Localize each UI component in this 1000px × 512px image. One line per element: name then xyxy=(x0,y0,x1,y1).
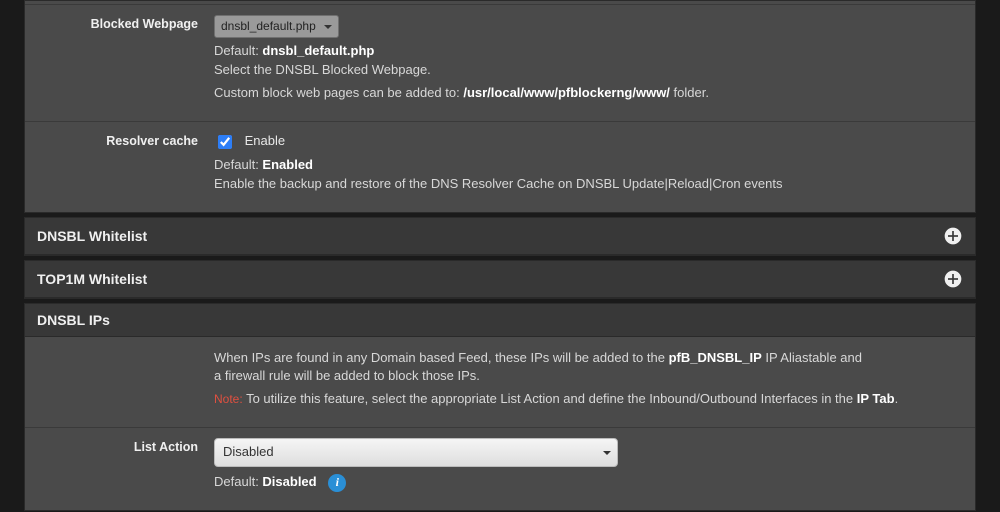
note-text-post: . xyxy=(895,391,899,406)
default-prefix: Default: xyxy=(214,43,262,58)
dnsbl-ips-title: DNSBL IPs xyxy=(37,312,110,328)
list-action-select[interactable]: Disabled xyxy=(214,438,618,467)
resolver-cache-cb-label: Enable xyxy=(245,133,285,148)
blocked-webpage-path: /usr/local/www/pfblockerng/www/ xyxy=(463,85,670,100)
list-action-label: List Action xyxy=(25,436,210,502)
blocked-webpage-label: Blocked Webpage xyxy=(25,13,210,113)
settings-panel: Blocked Webpage dnsbl_default.php Defaul… xyxy=(24,0,976,213)
default-value: Disabled xyxy=(262,474,316,489)
note-label: Note: xyxy=(214,392,243,406)
row-dnsbl-ips-desc: When IPs are found in any Domain based F… xyxy=(25,337,975,428)
note-bold: IP Tab xyxy=(857,391,895,406)
note-text-pre: To utilize this feature, select the appr… xyxy=(243,391,857,406)
dnsbl-whitelist-panel: DNSBL Whitelist xyxy=(24,217,976,256)
blocked-webpage-help2-pre: Custom block web pages can be added to: xyxy=(214,85,463,100)
dnsbl-whitelist-header[interactable]: DNSBL Whitelist xyxy=(25,218,975,255)
top1m-whitelist-header[interactable]: TOP1M Whitelist xyxy=(25,261,975,298)
resolver-cache-checkbox[interactable] xyxy=(218,135,232,149)
dnsbl-ips-desc-mid: IP Aliastable and xyxy=(762,350,862,365)
dnsbl-whitelist-title: DNSBL Whitelist xyxy=(37,228,147,244)
top1m-whitelist-panel: TOP1M Whitelist xyxy=(24,260,976,299)
row-list-action: List Action Disabled Default: Disabled i xyxy=(25,427,975,510)
default-value: dnsbl_default.php xyxy=(262,43,374,58)
plus-circle-icon[interactable] xyxy=(943,226,963,246)
row-resolver-cache: Resolver cache Enable Default: Enabled E… xyxy=(25,121,975,212)
plus-circle-icon[interactable] xyxy=(943,269,963,289)
info-icon[interactable]: i xyxy=(328,474,346,492)
dnsbl-ips-panel: DNSBL IPs When IPs are found in any Doma… xyxy=(24,303,976,511)
top1m-whitelist-title: TOP1M Whitelist xyxy=(37,271,147,287)
dnsbl-ips-desc-pre: When IPs are found in any Domain based F… xyxy=(214,350,669,365)
default-prefix: Default: xyxy=(214,474,262,489)
dnsbl-ips-desc-bold: pfB_DNSBL_IP xyxy=(669,350,762,365)
blocked-webpage-select[interactable]: dnsbl_default.php xyxy=(214,15,339,38)
resolver-cache-label: Resolver cache xyxy=(25,130,210,204)
blocked-webpage-help1: Select the DNSBL Blocked Webpage. xyxy=(214,62,431,77)
default-value: Enabled xyxy=(262,157,313,172)
default-prefix: Default: xyxy=(214,157,262,172)
dnsbl-ips-desc-line2: a firewall rule will be added to block t… xyxy=(214,368,480,383)
row-blocked-webpage: Blocked Webpage dnsbl_default.php Defaul… xyxy=(25,4,975,121)
resolver-cache-help: Enable the backup and restore of the DNS… xyxy=(214,176,782,191)
blocked-webpage-help2-post: folder. xyxy=(670,85,709,100)
dnsbl-ips-header: DNSBL IPs xyxy=(25,304,975,337)
